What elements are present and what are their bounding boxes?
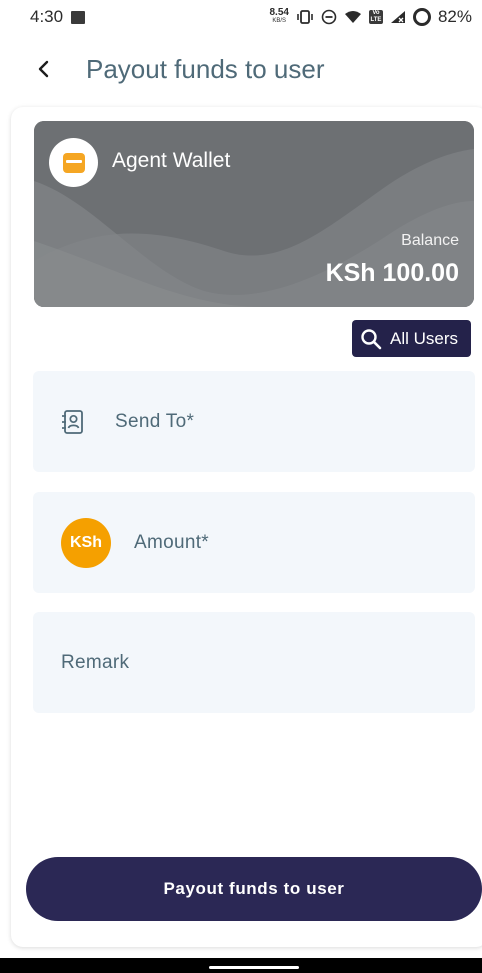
payout-submit-button[interactable]: Payout funds to user — [26, 857, 482, 921]
cellular-signal-icon — [390, 10, 406, 24]
currency-badge: KSh — [61, 517, 111, 568]
send-to-field[interactable]: Send To* — [33, 371, 475, 472]
app-bar: Payout funds to user — [0, 44, 482, 94]
do-not-disturb-icon — [321, 9, 337, 25]
wallet-icon — [62, 152, 85, 173]
status-right: 8.54 KB/S Vo LTE 82% — [270, 7, 472, 27]
network-speed-value: 8.54 — [269, 7, 289, 18]
wallet-avatar — [49, 138, 98, 187]
amount-field[interactable]: KSh Amount* — [33, 492, 475, 593]
battery-percent: 82% — [437, 7, 472, 26]
status-left: 4:30 — [30, 7, 86, 27]
image-notification-icon — [71, 10, 86, 24]
all-users-label: All Users — [390, 328, 459, 348]
balance-value: KSh 100.00 — [325, 259, 459, 287]
send-to-label: Send To* — [115, 410, 195, 432]
back-button[interactable] — [24, 49, 64, 89]
volte-icon: Vo LTE — [368, 10, 383, 24]
search-icon — [361, 328, 382, 349]
vibrate-icon — [296, 10, 314, 24]
status-bar: 4:30 8.54 KB/S Vo LTE 82% — [0, 0, 482, 34]
wallet-name: Agent Wallet — [112, 149, 231, 172]
remark-label: Remark — [61, 651, 130, 673]
all-users-button[interactable]: All Users — [352, 320, 471, 357]
amount-label: Amount* — [134, 531, 209, 553]
status-time: 4:30 — [30, 7, 64, 26]
wallet-card: Agent Wallet Balance KSh 100.00 — [34, 121, 474, 307]
battery-saver-icon — [412, 8, 431, 26]
page-title: Payout funds to user — [86, 53, 325, 84]
contacts-icon — [62, 409, 83, 434]
balance-label: Balance — [401, 232, 459, 249]
wifi-icon — [344, 10, 362, 24]
network-speed: 8.54 KB/S — [270, 8, 289, 26]
remark-field[interactable]: Remark — [33, 612, 475, 713]
network-speed-unit: KB/S — [272, 18, 287, 24]
home-gesture-handle[interactable] — [209, 966, 299, 969]
chevron-left-icon — [38, 60, 49, 78]
